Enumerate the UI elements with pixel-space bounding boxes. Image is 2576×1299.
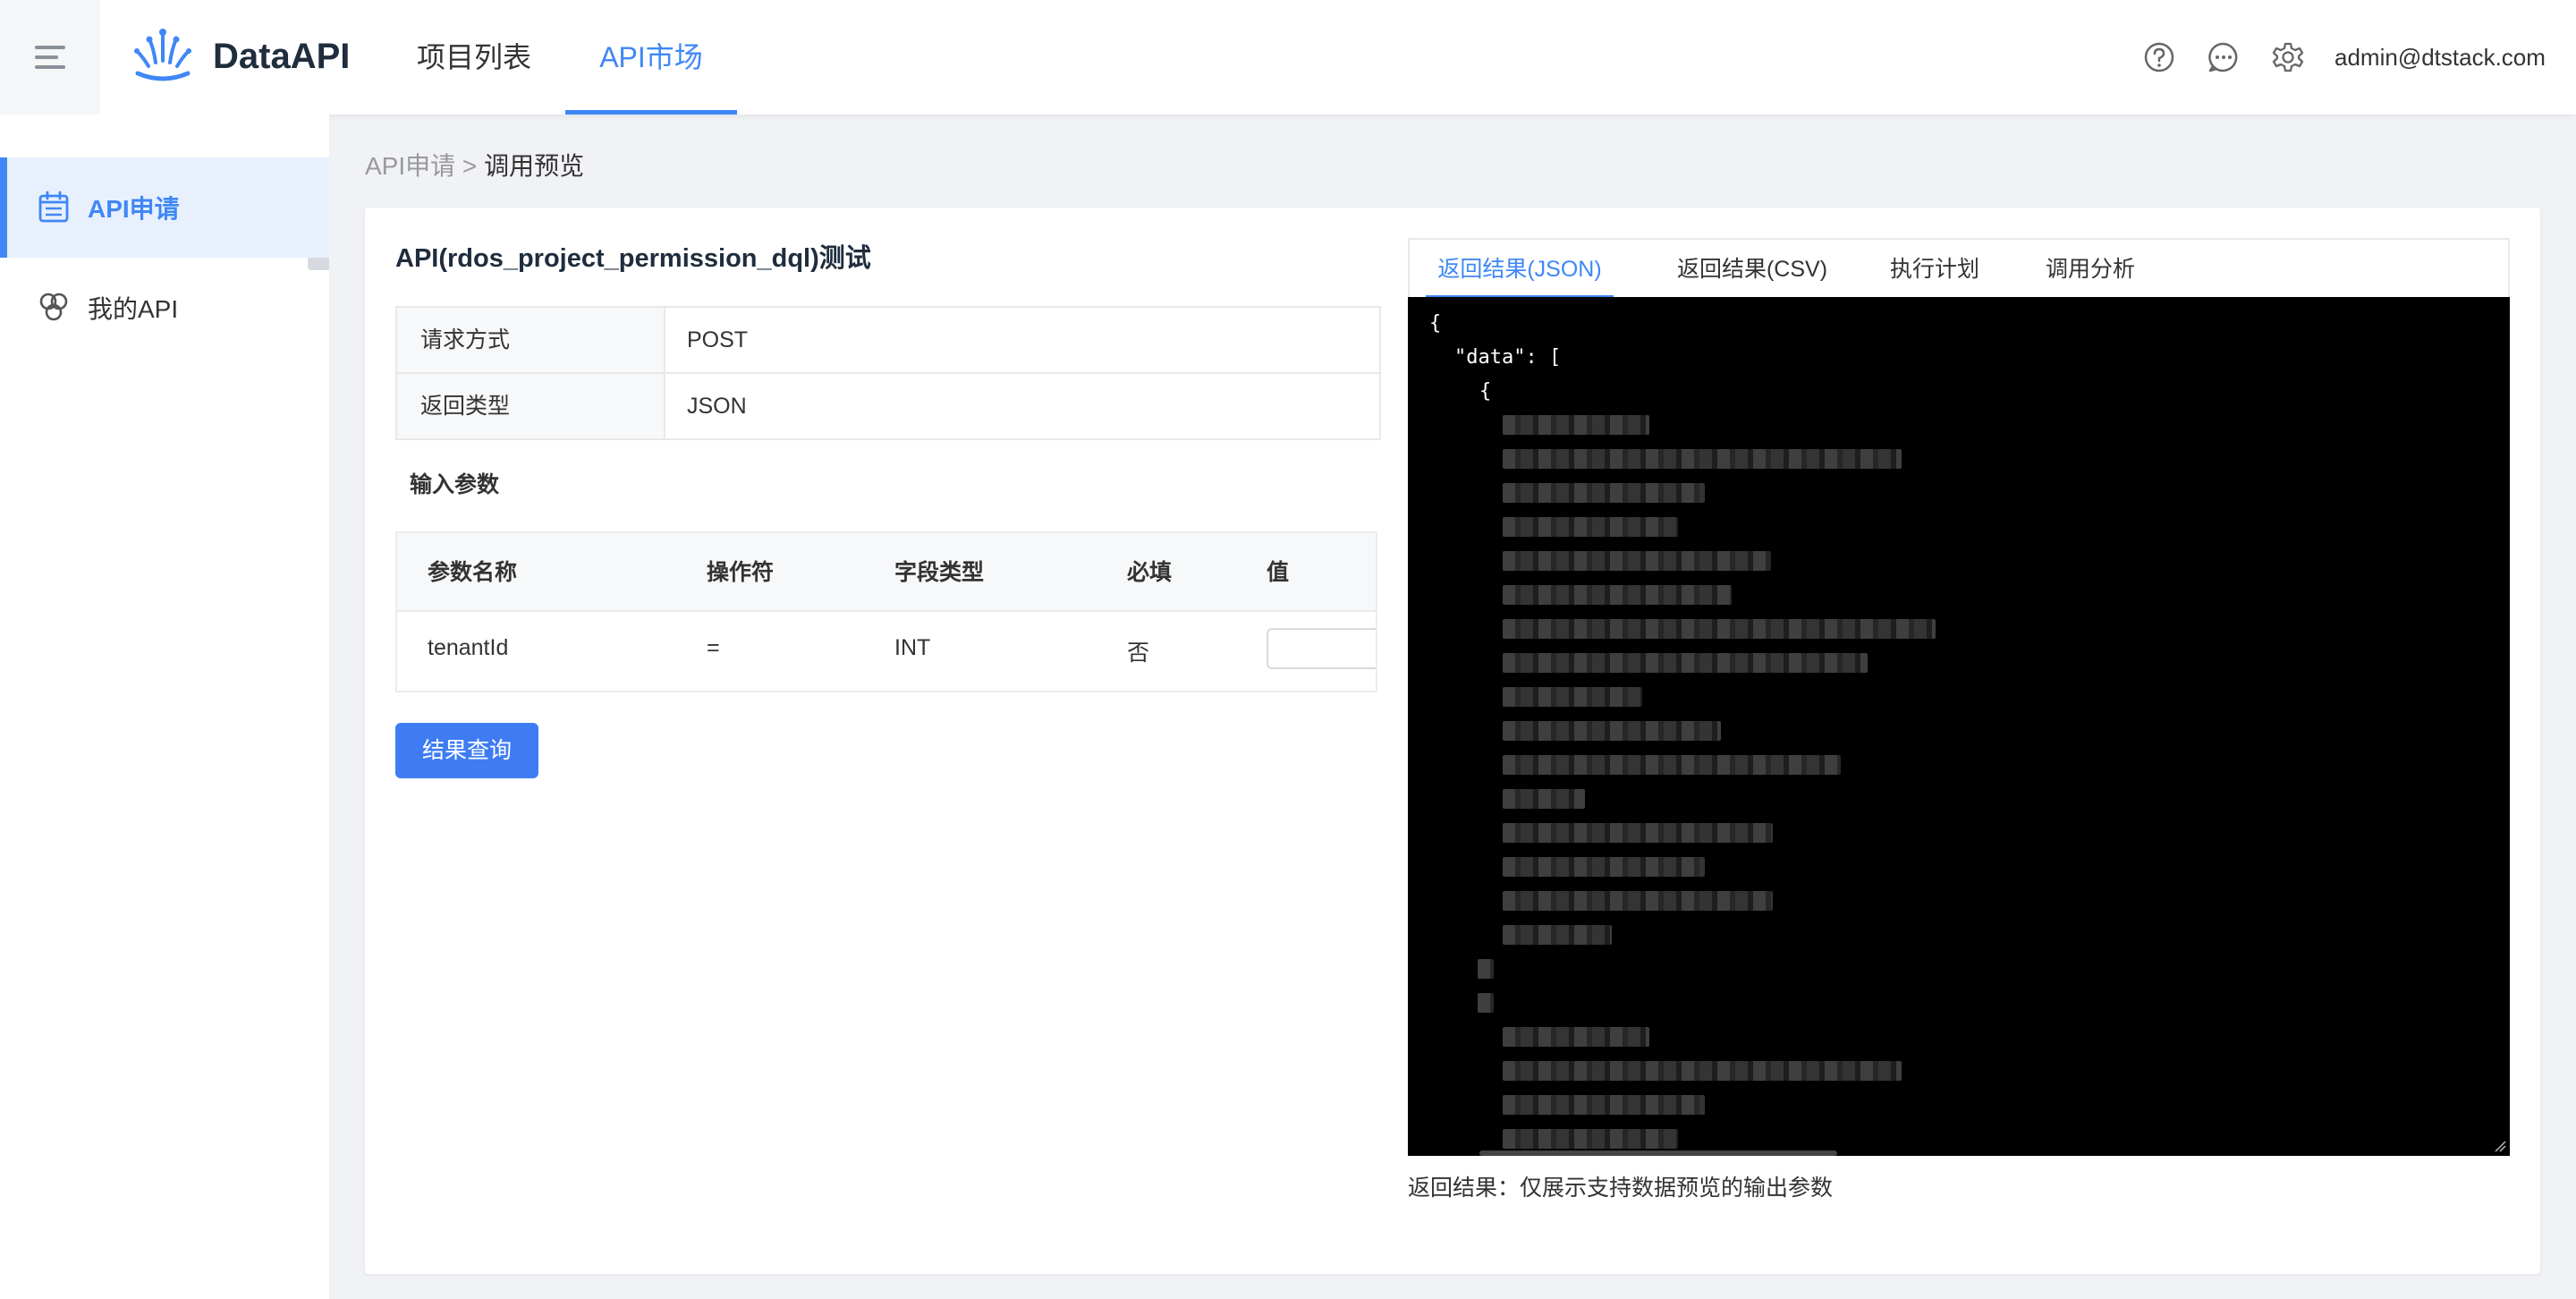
column-header: 参数名称 xyxy=(428,560,518,585)
sidebar-item-api-apply[interactable]: API申请 xyxy=(0,157,329,258)
horizontal-scrollbar[interactable] xyxy=(1479,1150,1837,1156)
param-required: 否 xyxy=(1127,641,1150,666)
redacted-json-line xyxy=(1503,653,1868,673)
redacted-json-line xyxy=(1503,449,1902,469)
tab-csv-result[interactable]: 返回结果(CSV) xyxy=(1649,240,1855,297)
param-operator: = xyxy=(707,635,720,660)
redacted-json-line xyxy=(1503,1027,1649,1047)
redacted-json-line xyxy=(1503,1095,1705,1115)
redacted-json-line xyxy=(1503,1129,1678,1149)
param-type: INT xyxy=(894,635,931,660)
menu-toggle-button[interactable] xyxy=(0,0,100,115)
redacted-json-line xyxy=(1503,585,1732,605)
result-tabs: 返回结果(JSON) 返回结果(CSV) 执行计划 调用分析 xyxy=(1408,238,2510,299)
help-icon[interactable] xyxy=(2143,41,2175,73)
json-line: "data": [ xyxy=(1454,346,1562,369)
breadcrumb-current: 调用预览 xyxy=(484,152,585,180)
request-info-table: 请求方式 POST 返回类型 JSON xyxy=(395,306,1381,440)
top-header: DataAPI 项目列表 API市场 admin@dtstack.com xyxy=(0,0,2576,115)
sidebar-item-label: 我的API xyxy=(88,295,179,323)
info-label: 请求方式 xyxy=(397,308,665,372)
redacted-json-line xyxy=(1503,721,1721,741)
brand-name: DataAPI xyxy=(213,37,351,76)
column-header: 必填 xyxy=(1127,560,1173,585)
page-title: API(rdos_project_permission_dql)测试 xyxy=(395,244,871,273)
redacted-json-line xyxy=(1503,619,1936,639)
param-value-input[interactable] xyxy=(1267,628,1376,669)
settings-icon[interactable] xyxy=(2272,41,2304,73)
info-row: 请求方式 POST xyxy=(397,308,1379,374)
redacted-json-line xyxy=(1503,483,1705,503)
sidebar-item-my-api[interactable]: 我的API xyxy=(0,258,329,358)
resize-grip-icon[interactable] xyxy=(2494,1140,2506,1152)
params-table: 参数名称 操作符 字段类型 必填 值 tenantId = INT 否 xyxy=(395,531,1377,692)
hamburger-icon xyxy=(35,46,65,69)
calendar-icon xyxy=(38,191,69,223)
redacted-json-line xyxy=(1503,687,1642,707)
redacted-json-line xyxy=(1503,925,1612,945)
table-row: tenantId = INT 否 xyxy=(397,612,1376,691)
cubes-icon xyxy=(39,293,68,321)
redacted-json-line xyxy=(1503,891,1773,911)
nav-api-market[interactable]: API市场 xyxy=(565,0,737,115)
column-header: 字段类型 xyxy=(894,560,985,585)
tab-execution-plan[interactable]: 执行计划 xyxy=(1868,240,2002,297)
redacted-json-line xyxy=(1503,857,1705,877)
redacted-json-line xyxy=(1478,959,1494,979)
redacted-json-line xyxy=(1503,517,1678,537)
redacted-json-line xyxy=(1503,1061,1902,1081)
sidebar: ‹ API申请 我的API xyxy=(0,115,329,1299)
redacted-json-line xyxy=(1503,551,1771,571)
json-result-textarea[interactable]: { "data": [ { xyxy=(1408,297,2510,1156)
params-title: 输入参数 xyxy=(410,472,500,497)
user-account[interactable]: admin@dtstack.com xyxy=(2334,41,2546,73)
json-line: { xyxy=(1479,380,1492,403)
sidebar-item-label: API申请 xyxy=(88,195,180,223)
info-value: JSON xyxy=(687,394,747,419)
breadcrumb-separator: > xyxy=(462,152,478,180)
result-note: 返回结果：仅展示支持数据预览的输出参数 xyxy=(1408,1176,1834,1201)
redacted-json-line xyxy=(1503,755,1841,775)
redacted-json-line xyxy=(1503,415,1649,435)
column-header: 值 xyxy=(1267,560,1290,585)
redacted-json-line xyxy=(1503,789,1585,809)
info-value: POST xyxy=(687,327,749,352)
table-header: 参数名称 操作符 字段类型 必填 值 xyxy=(397,533,1376,612)
nav-project-list[interactable]: 项目列表 xyxy=(402,0,546,115)
query-result-button[interactable]: 结果查询 xyxy=(395,723,538,778)
message-icon[interactable] xyxy=(2207,41,2240,73)
breadcrumb-parent[interactable]: API申请 xyxy=(365,152,455,180)
redacted-json-line xyxy=(1478,993,1494,1013)
info-row: 返回类型 JSON xyxy=(397,374,1379,438)
breadcrumb: API申请 > 调用预览 xyxy=(365,149,584,184)
info-label: 返回类型 xyxy=(397,374,665,438)
param-name: tenantId xyxy=(428,635,509,660)
redacted-json-line xyxy=(1503,823,1773,843)
tab-json-result[interactable]: 返回结果(JSON) xyxy=(1426,240,1614,299)
dataapi-logo-icon xyxy=(134,29,191,81)
tab-call-analysis[interactable]: 调用分析 xyxy=(2023,240,2157,297)
json-line: { xyxy=(1429,312,1442,335)
column-header: 操作符 xyxy=(707,560,775,585)
